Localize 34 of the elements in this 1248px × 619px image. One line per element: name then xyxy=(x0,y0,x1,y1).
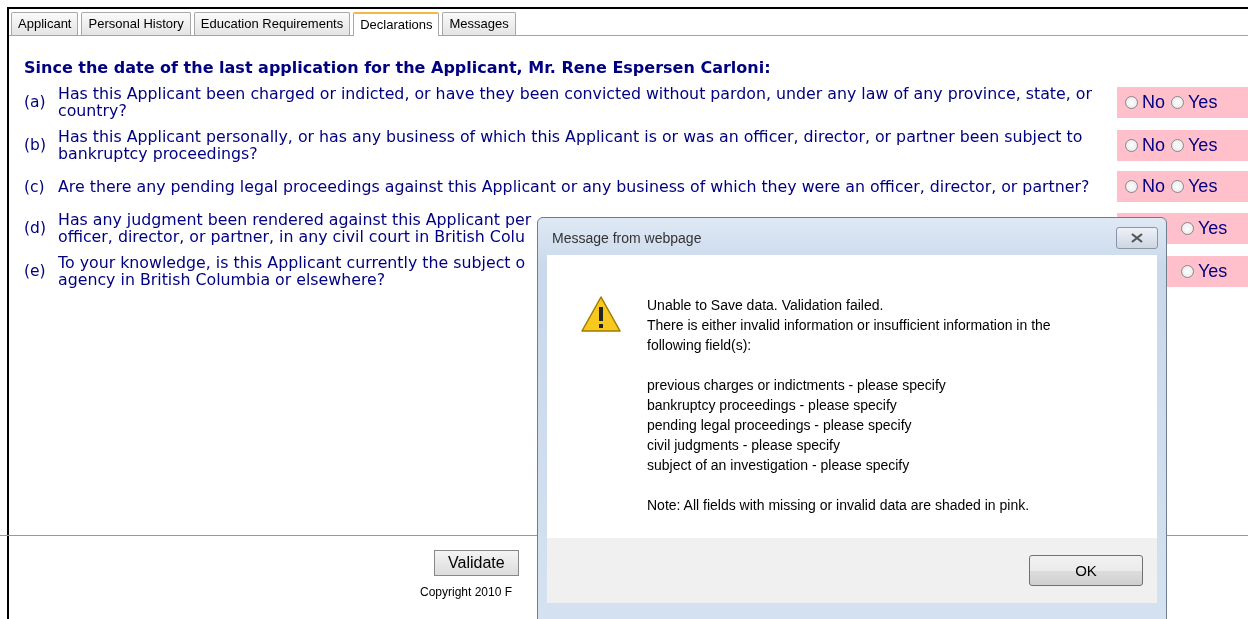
dialog-note: Note: All fields with missing or invalid data are shaded in pink. xyxy=(647,496,1031,515)
tab[interactable]: Personal History xyxy=(81,12,191,35)
radio-option[interactable]: Yes xyxy=(1181,217,1228,239)
radio-option[interactable]: Yes xyxy=(1181,260,1228,282)
radio-option[interactable]: Yes xyxy=(1171,134,1218,156)
field-list: previous charges or indictments - please specify bankruptcy proceedings - please specify pending legal proceedings - please specify civil judgments - please specify subject of an investigation - please specify xyxy=(647,375,1051,475)
copyright-text: Copyright 2010 F xyxy=(420,585,513,599)
radio-option[interactable]: No xyxy=(1125,176,1165,197)
tab[interactable]: Applicant xyxy=(11,12,79,35)
validate-button[interactable]: Validate xyxy=(434,550,519,576)
ok-button[interactable]: OK xyxy=(1029,555,1143,586)
radio-option[interactable]: No xyxy=(1125,91,1165,113)
dialog-message: Unable to Save data. Validation failed. There is either invalid information or insufficient information in the following field(s): xyxy=(647,296,1051,355)
question-text: Has this Applicant been charged or indicted, or have they been convicted without pardon, under any law of any province, state, or country? xyxy=(58,85,1092,119)
question-letter: (d) xyxy=(23,219,47,237)
question-text: Are there any pending legal proceedings against this Applicant or any business of which they were an officer, director, or partner? xyxy=(58,178,1090,195)
question-text: Has any judgment been rendered against this Applicant per officer, director, or partner, in any civil court in British Colu xyxy=(58,211,532,245)
warning-icon xyxy=(580,295,622,333)
question-letter: (a) xyxy=(23,93,47,111)
tab[interactable]: Messages xyxy=(442,12,516,35)
radio-option[interactable]: Yes xyxy=(1171,176,1218,197)
tab[interactable]: Education Requirements xyxy=(193,12,351,35)
question-letter: (b) xyxy=(23,136,47,154)
question-letter: (e) xyxy=(23,262,47,280)
section-heading: Since the date of the last application for the Applicant, Mr. Rene Espersen Carloni: xyxy=(24,58,772,77)
question-text: To your knowledge, is this Applicant currently the subject o agency in British Columbia or elsewhere? xyxy=(58,254,526,288)
question-letter: (c) xyxy=(23,177,46,196)
close-button[interactable] xyxy=(1116,227,1158,249)
dialog-title: Message from webpage xyxy=(552,230,702,246)
radio-option[interactable]: Yes xyxy=(1171,91,1218,113)
radio-option[interactable]: No xyxy=(1125,134,1165,156)
tab[interactable]: Declarations xyxy=(353,12,440,36)
close-icon xyxy=(1130,233,1144,243)
question-text: Has this Applicant personally, or has any business of which this Applicant is or was an officer, director, or partner been subject to bankruptcy proceedings? xyxy=(58,128,1083,162)
